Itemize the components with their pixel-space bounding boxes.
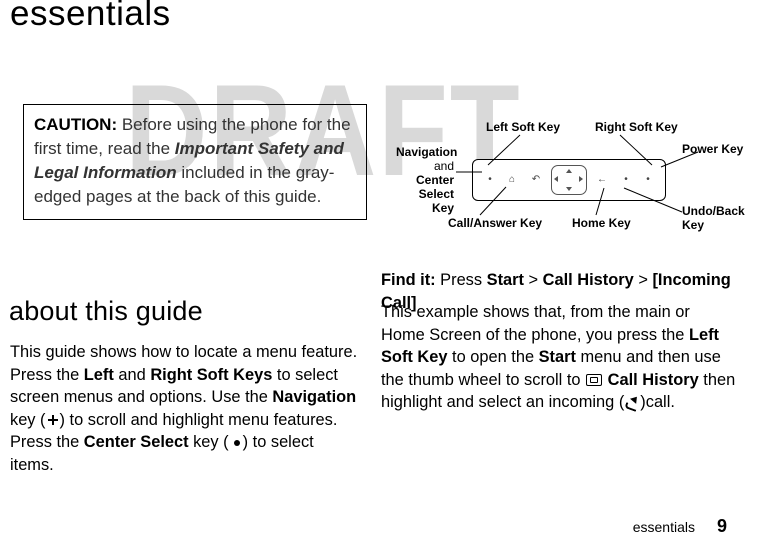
t: Right Soft Keys bbox=[150, 366, 272, 384]
t: to open the bbox=[447, 348, 538, 366]
page-footer: essentials 9 bbox=[633, 516, 727, 537]
t: Left bbox=[84, 366, 114, 384]
t: Call History bbox=[543, 271, 634, 289]
label-power-key: Power Key bbox=[682, 142, 743, 156]
footer-label: essentials bbox=[633, 519, 695, 535]
t: Center Select bbox=[84, 433, 189, 451]
label-home-key: Home Key bbox=[572, 216, 631, 230]
label-navigation: Navigation and Center Select Key bbox=[396, 145, 454, 215]
label-left-soft-key: Left Soft Key bbox=[486, 120, 560, 134]
phone-key-diagram: • ⌂ ↶ ← • • Left Soft Key Right Soft Key bbox=[400, 112, 740, 242]
navigation-key-icon bbox=[46, 414, 60, 426]
call-history-icon bbox=[586, 374, 602, 386]
t: Press bbox=[436, 271, 487, 289]
t: Center Select Key bbox=[416, 173, 454, 215]
t: and bbox=[434, 159, 454, 173]
label-right-soft-key: Right Soft Key bbox=[595, 120, 678, 134]
t: Start bbox=[487, 271, 524, 289]
t: This example shows that, from the main o… bbox=[381, 303, 690, 344]
t: key ( bbox=[189, 433, 229, 451]
t: key ( bbox=[10, 411, 46, 429]
caution-box: CAUTION: Before using the phone for the … bbox=[23, 104, 367, 220]
t: and bbox=[114, 366, 150, 384]
find-it-lead: Find it: bbox=[381, 271, 436, 289]
label-call-answer-key: Call/Answer Key bbox=[448, 216, 542, 230]
page-number: 9 bbox=[717, 516, 727, 536]
about-heading: about this guide bbox=[9, 296, 203, 327]
incoming-call-icon bbox=[625, 396, 639, 408]
t: > bbox=[634, 271, 653, 289]
caution-lead: CAUTION: bbox=[34, 115, 117, 134]
explain-paragraph: This example shows that, from the main o… bbox=[381, 301, 736, 414]
page-title: essentials bbox=[10, 0, 171, 34]
t: Call History bbox=[608, 371, 699, 389]
t: > bbox=[524, 271, 543, 289]
center-select-key-icon bbox=[229, 436, 243, 448]
t: Navigation bbox=[272, 388, 356, 406]
about-paragraph: This guide shows how to locate a menu fe… bbox=[10, 341, 359, 476]
t: Start bbox=[539, 348, 576, 366]
t: call. bbox=[646, 393, 675, 411]
t: Navigation bbox=[396, 145, 457, 159]
label-undo-back-key: Undo/Back Key bbox=[682, 204, 740, 232]
